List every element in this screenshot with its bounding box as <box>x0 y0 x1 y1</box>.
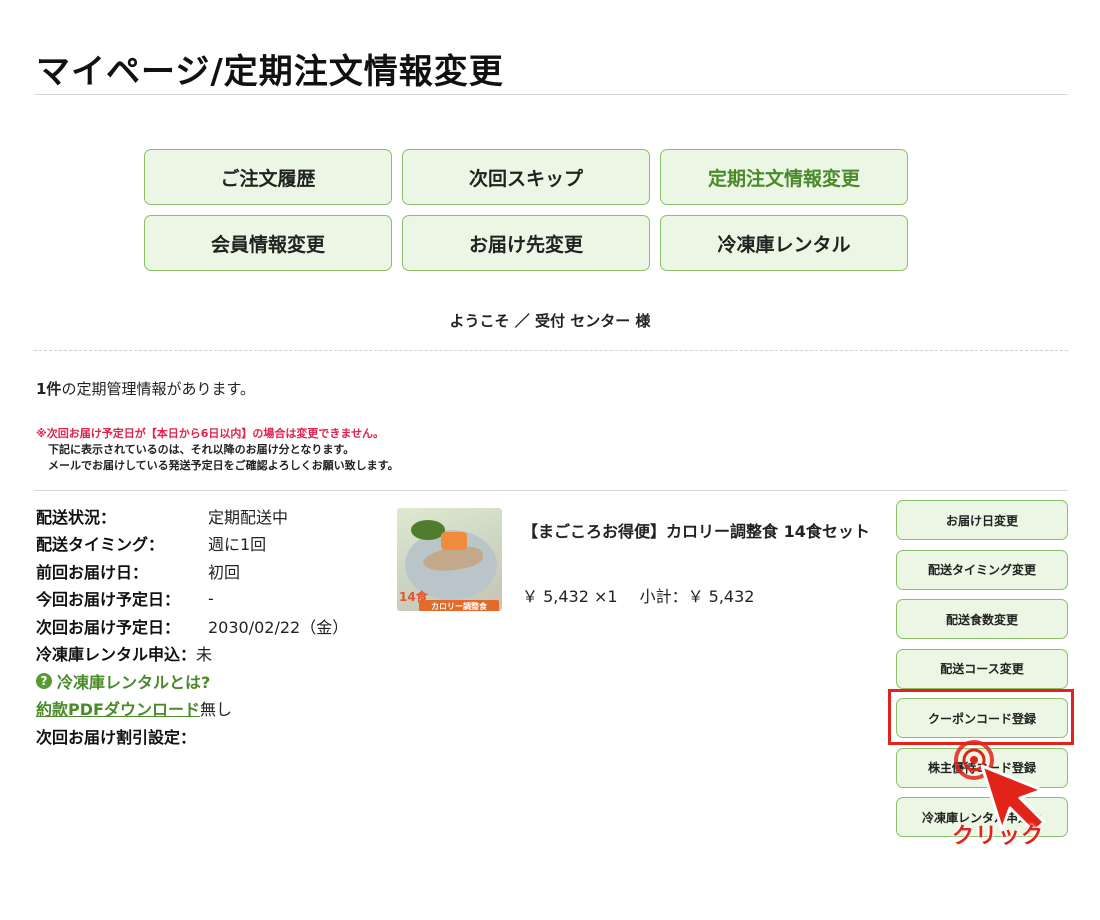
carrot-shape <box>441 532 467 550</box>
info-label: 冷凍庫レンタル申込： <box>36 645 197 665</box>
info-value: 未 <box>196 645 213 665</box>
greens-shape <box>411 520 445 540</box>
info-row-next-delivery: 次回お届け予定日： 2030/02/22（金） <box>36 612 348 640</box>
click-label: クリック <box>952 824 1045 849</box>
nav-skip-next-button[interactable]: 次回スキップ <box>402 149 650 205</box>
info-value: 初回 <box>208 562 241 582</box>
info-value: 定期配送中 <box>208 507 289 527</box>
nav-member-info-button[interactable]: 会員情報変更 <box>144 215 392 271</box>
product-name: 【まごころお得便】カロリー調整食 14食セット <box>522 522 870 541</box>
info-label: 配送タイミング： <box>36 535 165 555</box>
terms-pdf-link[interactable]: 約款PDFダウンロード <box>36 696 200 720</box>
info-label: 次回お届け割引設定： <box>36 727 197 747</box>
freezer-help-link[interactable]: ? 冷凍庫レンタルとは? <box>36 667 348 695</box>
calorie-badge: カロリー調整食 <box>419 600 499 611</box>
info-label: 今回お届け予定日： <box>36 590 181 610</box>
info-row-previous-delivery: 前回お届け日： 初回 <box>36 557 348 585</box>
info-row-status: 配送状況： 定期配送中 <box>36 502 348 530</box>
welcome-message: ようこそ ／ 受付 センター 様 <box>449 312 651 330</box>
warning-note: ※次回お届け予定日が【本日から6日以内】の場合は変更できません。 <box>36 427 385 440</box>
pdf-row: 約款PDFダウンロード 無し <box>36 695 348 723</box>
note-line-1: 下記に表示されているのは、それ以降のお届け分となります。 <box>48 443 355 456</box>
change-meal-count-button[interactable]: 配送食数変更 <box>896 599 1068 639</box>
info-row-timing: 配送タイミング： 週に1回 <box>36 530 348 558</box>
pdf-suffix: 無し <box>199 700 232 720</box>
change-delivery-date-button[interactable]: お届け日変更 <box>896 500 1068 540</box>
subtotal: 小計：￥ 5,432 <box>639 587 755 606</box>
order-divider <box>34 490 1068 491</box>
question-icon: ? <box>36 672 52 689</box>
nav-freezer-rental-button[interactable]: 冷凍庫レンタル <box>660 215 908 271</box>
nav-delivery-address-button[interactable]: お届け先変更 <box>402 215 650 271</box>
nav-subscription-change-button[interactable]: 定期注文情報変更 <box>660 149 908 205</box>
info-value: 週に1回 <box>208 535 267 555</box>
freezer-help-text: 冷凍庫レンタルとは? <box>57 672 211 692</box>
info-label: 次回お届け予定日： <box>36 617 181 637</box>
product-price-line: ￥ 5,432 ×1 小計：￥ 5,432 <box>522 583 776 607</box>
info-row-freezer: 冷凍庫レンタル申込： 未 <box>36 640 348 668</box>
title-divider <box>34 94 1068 95</box>
unit-price: ￥ 5,432 ×1 <box>522 587 618 606</box>
product-image: 14食 カロリー調整食 <box>397 508 502 611</box>
subscription-count-text: の定期管理情報があります。 <box>61 380 255 398</box>
coupon-highlight-box <box>888 689 1074 745</box>
change-delivery-timing-button[interactable]: 配送タイミング変更 <box>896 549 1068 590</box>
nav-order-history-button[interactable]: ご注文履歴 <box>144 149 392 205</box>
info-row-discount: 次回お届け割引設定： <box>36 722 348 750</box>
section-divider <box>34 350 1068 351</box>
info-value: 2030/02/22（金） <box>208 617 349 637</box>
info-value: - <box>208 588 214 608</box>
info-label: 前回お届け日： <box>36 562 149 582</box>
mypage-nav: ご注文履歴 次回スキップ 定期注文情報変更 会員情報変更 お届け先変更 冷凍庫レ… <box>144 149 910 271</box>
change-course-button[interactable]: 配送コース変更 <box>896 648 1068 689</box>
page-title: マイページ/定期注文情報変更 <box>36 52 504 92</box>
subscription-info: 配送状況： 定期配送中 配送タイミング： 週に1回 前回お届け日： 初回 今回お… <box>36 502 348 750</box>
subscription-count: 1件の定期管理情報があります。 <box>36 378 255 399</box>
info-label: 配送状況： <box>36 507 117 527</box>
note-line-2: メールでお届けしている発送予定日をご確認よろしくお願い致します。 <box>48 459 399 472</box>
notes-block: ※次回お届け予定日が【本日から6日以内】の場合は変更できません。 下記に表示され… <box>36 426 399 474</box>
subscription-count-number: 1件 <box>36 380 62 398</box>
info-row-current-delivery: 今回お届け予定日： - <box>36 585 348 613</box>
